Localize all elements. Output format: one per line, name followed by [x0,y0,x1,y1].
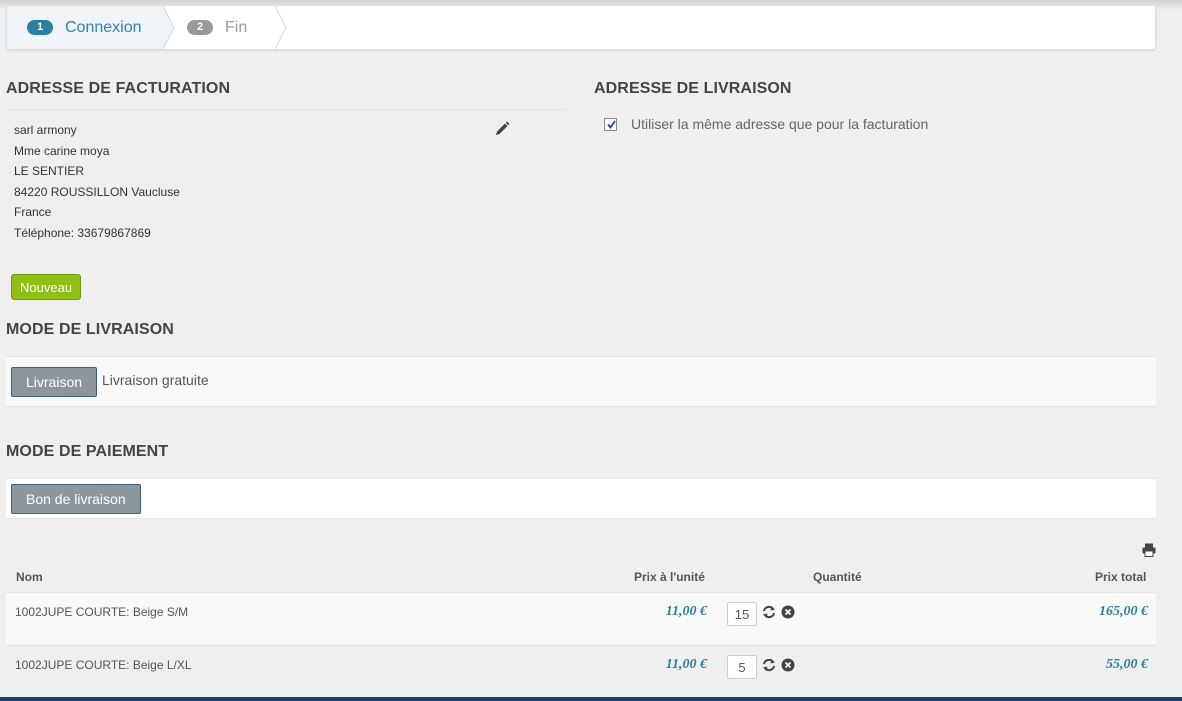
step-fin[interactable]: 2 Fin [167,6,279,49]
same-address-option[interactable]: Utiliser la même adresse que pour la fac… [604,116,928,132]
check-icon [607,119,616,129]
billing-address: sarl armony Mme carine moya LE SENTIER 8… [14,120,180,243]
unit-price: 11,00 € [665,604,707,619]
divider [6,109,566,110]
remove-icon[interactable] [781,605,795,619]
same-address-checkbox[interactable] [604,117,617,131]
delivery-mode-title: MODE DE LIVRAISON [6,321,174,338]
payment-button[interactable]: Bon de livraison [11,484,141,514]
delivery-button[interactable]: Livraison [11,367,98,397]
unit-price: 11,00 € [665,657,707,672]
shipping-address-title: ADRESSE DE LIVRAISON [594,80,792,97]
refresh-icon[interactable] [762,658,776,672]
quantity-input[interactable] [727,602,757,626]
table-row: 1002JUPE COURTE: Beige L/XL 11,00 € 55,0… [6,645,1156,697]
address-line: sarl armony [14,123,77,137]
column-header-name: Nom [16,570,43,584]
billing-title: ADRESSE DE FACTURATION [6,80,231,97]
payment-mode-panel: Bon de livraison [6,478,1156,519]
checkout-steps: 1 Connexion 2 Fin [6,6,1156,50]
new-address-button[interactable]: Nouveau [11,274,82,300]
step-label: Fin [225,18,248,36]
address-line: LE SENTIER [14,164,85,178]
remove-icon[interactable] [781,658,795,672]
quantity-input[interactable] [727,655,757,679]
step-number: 2 [187,20,213,35]
total-price: 55,00 € [1106,657,1148,672]
delivery-mode-panel: Livraison Livraison gratuite [6,356,1156,407]
refresh-icon[interactable] [762,605,776,619]
address-line: Mme carine moya [14,143,110,158]
column-header-unit-price: Prix à l'unité [634,570,705,584]
bottom-bar [0,697,1182,701]
delivery-text: Livraison gratuite [102,372,209,388]
column-header-total: Prix total [1095,570,1147,584]
product-name: 1002JUPE COURTE: Beige S/M [15,605,189,619]
step-label: Connexion [65,18,142,36]
payment-mode-title: MODE DE PAIEMENT [6,443,169,460]
print-icon[interactable] [1142,543,1156,557]
column-header-quantity: Quantité [813,570,862,584]
step-connexion[interactable]: 1 Connexion [7,6,163,49]
address-line: 84220 ROUSSILLON Vaucluse [14,184,180,199]
product-name: 1002JUPE COURTE: Beige L/XL [15,658,192,672]
same-address-label: Utiliser la même adresse que pour la fac… [631,116,929,132]
chevron-right-icon [274,6,287,49]
total-price: 165,00 € [1099,604,1148,619]
address-line: Téléphone: 33679867869 [14,225,151,240]
step-number: 1 [27,20,53,35]
pencil-icon[interactable] [494,121,510,137]
address-line: France [14,205,52,219]
table-row: 1002JUPE COURTE: Beige S/M 11,00 € 165,0… [6,592,1156,644]
